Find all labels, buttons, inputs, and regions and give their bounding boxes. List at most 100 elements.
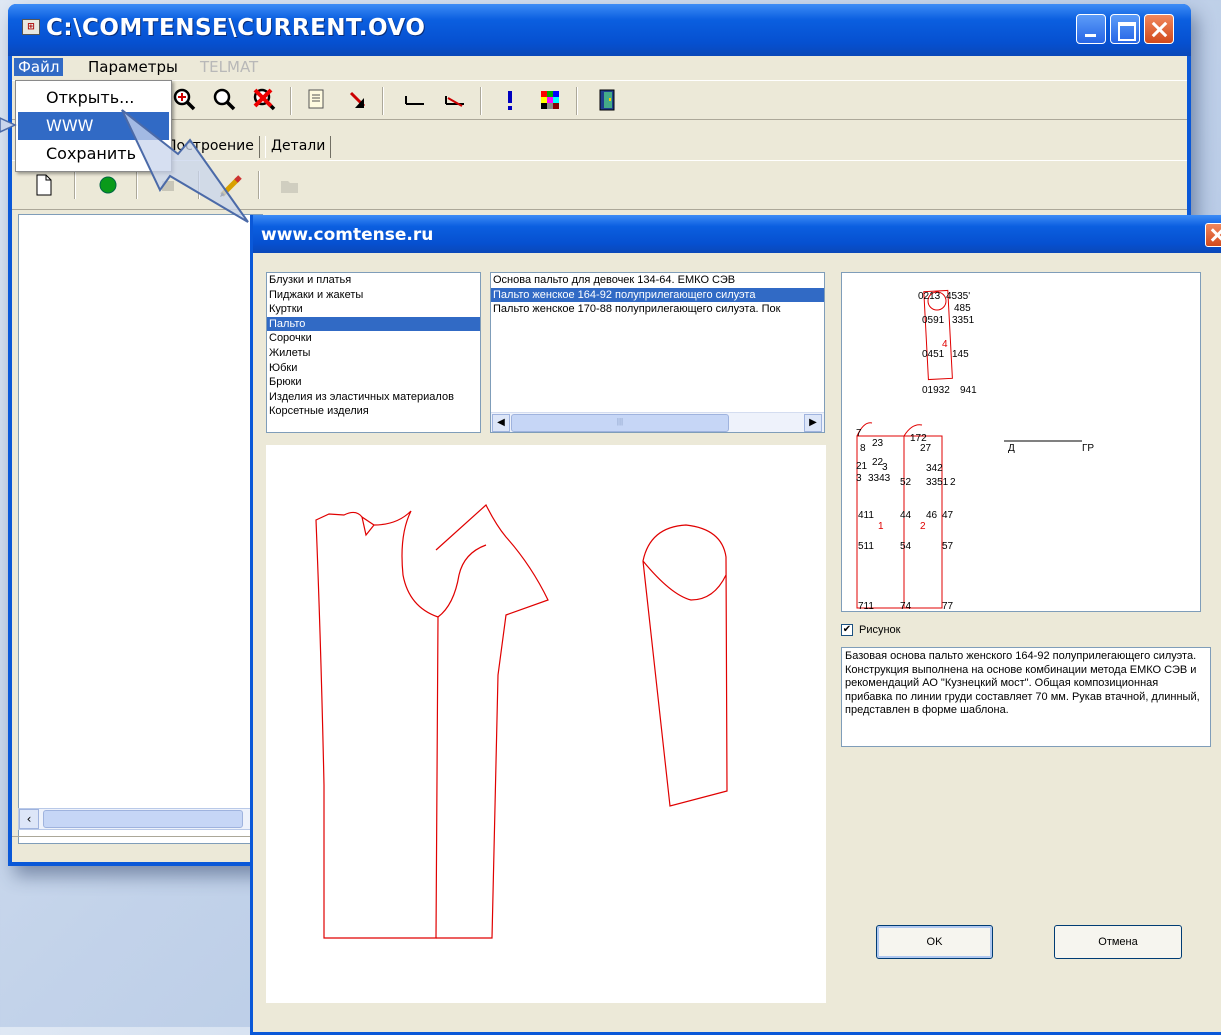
pattern-preview: 0213 4535' 485 0591 3351 0451 145 01932 941 …: [841, 272, 1201, 612]
menu-telmat: TELMAT: [200, 58, 259, 76]
dialog-close-button[interactable]: [1205, 223, 1221, 247]
dialog-title: www.comtense.ru: [261, 225, 434, 245]
svg-text:0451: 0451: [922, 349, 945, 360]
category-item[interactable]: Пиджаки и жакеты: [267, 288, 480, 303]
svg-text:4535': 4535': [946, 291, 970, 302]
document-icon[interactable]: [306, 88, 328, 112]
svg-text:23: 23: [872, 438, 884, 449]
svg-text:0591: 0591: [922, 315, 945, 326]
open-folder-icon: [281, 181, 298, 193]
svg-text:511: 511: [858, 541, 874, 552]
svg-text:3: 3: [882, 462, 888, 473]
color-palette-icon[interactable]: [538, 88, 562, 112]
menu-file[interactable]: Файл: [14, 58, 64, 76]
category-list[interactable]: Блузки и платья Пиджаки и жакеты Куртки …: [266, 272, 481, 433]
tree-pane[interactable]: [18, 214, 263, 844]
svg-text:3351: 3351: [952, 315, 975, 326]
svg-text:77: 77: [942, 601, 954, 611]
exit-door-icon[interactable]: [596, 87, 620, 113]
category-item[interactable]: Изделия из эластичных материалов: [267, 390, 480, 405]
app-icon[interactable]: ⊞: [22, 19, 40, 35]
toolbar-separator: [258, 171, 260, 199]
svg-text:2: 2: [920, 521, 926, 532]
toolbar-separator: [136, 171, 138, 199]
scroll-thumb[interactable]: |||: [511, 414, 729, 432]
exclamation-icon[interactable]: [500, 88, 520, 112]
svg-text:941: 941: [960, 385, 977, 396]
cancel-button[interactable]: Отмена: [1054, 925, 1182, 959]
tab-row: Построение Детали: [12, 134, 1187, 158]
category-item[interactable]: Сорочки: [267, 331, 480, 346]
svg-text:485: 485: [954, 303, 971, 314]
new-file-icon[interactable]: [34, 173, 54, 197]
category-item[interactable]: Жилеты: [267, 346, 480, 361]
green-circle-icon[interactable]: [96, 173, 120, 197]
tree-pane-hscrollbar[interactable]: ‹: [18, 808, 263, 830]
svg-text:44: 44: [900, 510, 912, 521]
zoom-in-icon[interactable]: [172, 87, 198, 113]
show-picture-label: Рисунок: [859, 624, 901, 636]
scroll-left-icon[interactable]: ◀: [492, 414, 510, 432]
scroll-left-icon[interactable]: ‹: [19, 809, 39, 829]
angle-measure-icon[interactable]: [442, 88, 468, 112]
comtense-dialog: www.comtense.ru Блузки и платья Пиджаки …: [250, 215, 1221, 1035]
model-description: Базовая основа пальто женского 164-92 по…: [841, 647, 1211, 747]
scroll-thumb[interactable]: [43, 810, 243, 828]
category-item[interactable]: Куртки: [267, 302, 480, 317]
svg-text:2: 2: [950, 477, 956, 488]
minimize-button[interactable]: [1076, 14, 1106, 44]
model-list-hscrollbar[interactable]: ◀ ||| ▶: [491, 412, 824, 432]
svg-text:3: 3: [856, 473, 862, 484]
scroll-right-icon[interactable]: ▶: [804, 414, 822, 432]
ok-button[interactable]: OK: [876, 925, 993, 959]
category-item[interactable]: Брюки: [267, 375, 480, 390]
svg-text:27: 27: [920, 443, 932, 454]
show-picture-checkbox[interactable]: ✔: [841, 624, 853, 636]
svg-text:0213: 0213: [918, 291, 941, 302]
pattern-canvas[interactable]: [266, 445, 826, 1003]
category-item[interactable]: Корсетные изделия: [267, 404, 480, 419]
svg-text:342: 342: [926, 463, 943, 474]
svg-text:74: 74: [900, 601, 912, 611]
measure-icon[interactable]: [402, 88, 428, 112]
svg-text:711: 711: [858, 601, 874, 611]
pencil-icon[interactable]: [218, 173, 244, 199]
toolbar-separator: [480, 87, 482, 115]
svg-text:4: 4: [942, 339, 948, 350]
svg-text:01932: 01932: [922, 385, 950, 396]
svg-text:411: 411: [858, 510, 874, 521]
tab-construction[interactable]: Построение: [160, 136, 260, 158]
toolbar-separator: [576, 87, 578, 115]
close-button[interactable]: [1144, 14, 1174, 44]
menu-parameters[interactable]: Параметры: [84, 58, 182, 76]
pointer-arrow-icon[interactable]: [346, 88, 370, 112]
svg-text:ГР: ГР: [1082, 443, 1094, 454]
model-item[interactable]: Основа пальто для девочек 134-64. ЕМКО С…: [491, 273, 824, 288]
toolbar-separator: [74, 171, 76, 199]
menubar: Файл Параметры TELMAT: [12, 56, 1187, 78]
model-item-selected[interactable]: Пальто женское 164-92 полуприлегающего с…: [491, 287, 824, 303]
tab-details[interactable]: Детали: [265, 136, 332, 158]
menu-item-open[interactable]: Открыть...: [18, 84, 169, 112]
toolbar-separator: [382, 87, 384, 115]
back-piece-outline: [315, 510, 439, 939]
model-item[interactable]: Пальто женское 170-88 полуприлегающего с…: [491, 302, 824, 317]
category-item-selected[interactable]: Пальто: [267, 316, 480, 332]
zoom-out-icon[interactable]: [212, 87, 238, 113]
category-item[interactable]: Блузки и платья: [267, 273, 480, 288]
svg-text:8: 8: [860, 443, 866, 454]
preview-drawing: 0213 4535' 485 0591 3351 0451 145 01932 941 …: [856, 289, 1094, 612]
menu-item-save[interactable]: Сохранить: [18, 140, 169, 168]
secondary-toolbar: [12, 160, 1187, 210]
category-item[interactable]: Юбки: [267, 361, 480, 376]
model-list[interactable]: Основа пальто для девочек 134-64. ЕМКО С…: [490, 272, 825, 433]
zoom-cancel-icon[interactable]: [252, 87, 278, 113]
file-menu-dropdown: Открыть... WWW Сохранить: [15, 80, 172, 172]
svg-text:46: 46: [926, 510, 938, 521]
menu-item-www[interactable]: WWW: [18, 112, 169, 140]
disabled-tool-icon: [162, 181, 174, 191]
maximize-button[interactable]: [1110, 14, 1140, 44]
main-title-bar[interactable]: ⊞ C:\COMTENSE\CURRENT.OVO: [8, 4, 1191, 56]
svg-text:145: 145: [952, 349, 969, 360]
dialog-title-bar[interactable]: www.comtense.ru: [253, 215, 1221, 253]
